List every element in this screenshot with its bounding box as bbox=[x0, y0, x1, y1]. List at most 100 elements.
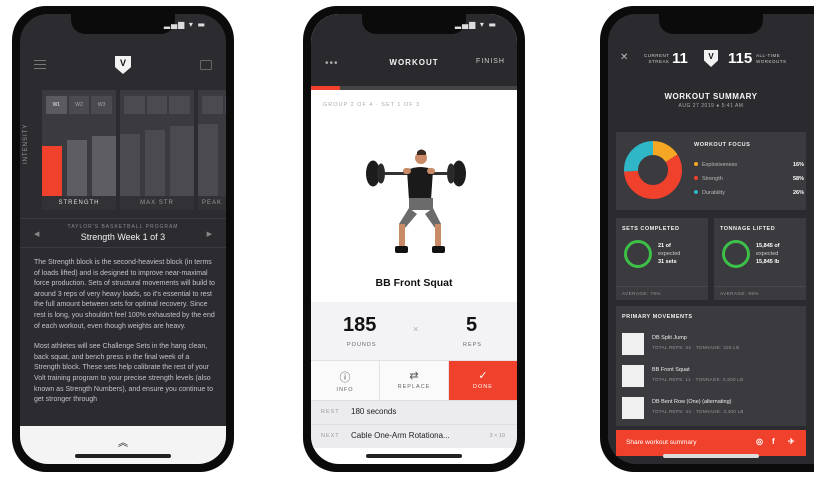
done-button[interactable]: ✓ DONE bbox=[449, 361, 517, 400]
week-selector: W1 W2 W3 bbox=[46, 96, 113, 114]
home-indicator bbox=[75, 454, 171, 458]
movement-thumbnail bbox=[622, 365, 644, 387]
description-paragraph: The Strength block is the second-heavies… bbox=[34, 259, 215, 330]
next-key: NEXT bbox=[321, 433, 340, 439]
tonnage-line2: expected bbox=[756, 251, 779, 257]
block-description: The Strength block is the second-heavies… bbox=[34, 258, 216, 416]
set-metrics: 185 POUNDS × 5 REPS bbox=[311, 302, 517, 360]
block-max-strength[interactable]: MAX STR bbox=[120, 90, 194, 210]
info-label: INFO bbox=[336, 387, 354, 393]
streak-value: 11 bbox=[672, 50, 688, 67]
streak-label: CURRENT STREAK bbox=[644, 53, 670, 64]
intensity-bar bbox=[198, 124, 218, 196]
done-label: DONE bbox=[473, 384, 493, 390]
week-selector bbox=[202, 96, 226, 114]
movement-row[interactable]: DB Split Jump TOTAL REPS: 32 · TONNAGE: … bbox=[622, 332, 802, 358]
movement-meta: TOTAL REPS: 44 · TONNAGE: 3,400 LB bbox=[652, 409, 744, 414]
share-summary-button[interactable]: Share workout summary ◎ f ✈ bbox=[616, 430, 806, 456]
intensity-bar bbox=[92, 136, 116, 196]
reps-unit: REPS bbox=[463, 342, 482, 348]
sets-progress-ring bbox=[624, 240, 652, 268]
progress-fill bbox=[311, 86, 340, 90]
program-name: TAYLOR'S BASKETBALL PROGRAM bbox=[67, 224, 179, 230]
intensity-bar bbox=[67, 140, 87, 196]
set-actions: ⓘ INFO ⇄ REPLACE ✓ DONE bbox=[311, 360, 517, 400]
summary-title: WORKOUT SUMMARY bbox=[664, 92, 758, 101]
legend-name: Strength bbox=[702, 176, 723, 182]
facebook-icon[interactable]: f bbox=[772, 437, 775, 446]
next-exercise-row[interactable]: NEXT Cable One-Arm Rotationa... 3 × 10 bbox=[311, 424, 517, 448]
week-chip[interactable]: W2 bbox=[68, 96, 90, 114]
finish-button[interactable]: FINISH bbox=[476, 58, 505, 65]
sets-completed-card: SETS COMPLETED 21 of expected 31 sets AV… bbox=[616, 218, 708, 300]
chevron-up-icon[interactable]: ︽ bbox=[118, 434, 128, 449]
status-bar: ▂▄▆ ▾ ▬ bbox=[163, 20, 206, 29]
legend-pct: 58% bbox=[792, 176, 804, 182]
phone-program: ▂▄▆ ▾ ▬ V INTENSITY W1 W2 W3 STRENGTH MA… bbox=[12, 6, 234, 472]
movement-row[interactable]: DB Bent Row (One) (alternating) TOTAL RE… bbox=[622, 396, 802, 422]
replace-label: REPLACE bbox=[397, 384, 431, 390]
twitter-icon[interactable]: ✈ bbox=[788, 437, 795, 446]
legend-pct: 26% bbox=[792, 190, 804, 196]
workout-screen: ▂▄▆ ▾ ▬ ••• WORKOUT FINISH GROUP 2 OF 4 … bbox=[311, 14, 517, 464]
block-label: MAX STR bbox=[120, 196, 194, 210]
intensity-bar bbox=[145, 130, 165, 196]
block-strength[interactable]: W1 W2 W3 STRENGTH bbox=[42, 90, 116, 210]
movement-thumbnail bbox=[622, 397, 644, 419]
notch bbox=[71, 14, 175, 34]
next-exercise-name: Cable One-Arm Rotationa... bbox=[351, 431, 450, 440]
volt-logo: V bbox=[704, 50, 718, 67]
rest-key: REST bbox=[321, 409, 340, 415]
week-selector bbox=[124, 96, 191, 114]
home-indicator bbox=[366, 454, 462, 458]
workout-progress-bar bbox=[311, 86, 517, 90]
sets-average: AVERAGE: 78% bbox=[616, 286, 708, 300]
movement-name: BB Front Squat bbox=[652, 367, 690, 373]
info-button[interactable]: ⓘ INFO bbox=[311, 361, 380, 400]
reps-value[interactable]: 5 bbox=[466, 314, 477, 337]
summary-date: AUG 27 2019 ● 5:41 AM bbox=[678, 103, 744, 109]
tonnage-detail: 15,845 of expected 15,845 lb bbox=[756, 242, 780, 266]
status-bar: ▂▄▆ ▾ ▬ bbox=[454, 20, 497, 29]
intensity-bar bbox=[42, 146, 62, 196]
phone-summary: ✕ CURRENT STREAK 11 V 115 ALL-TIME WORKO… bbox=[600, 6, 814, 472]
movement-name: DB Bent Row (One) (alternating) bbox=[652, 399, 732, 405]
movement-meta: TOTAL REPS: 11 · TONNAGE: 5,500 LB bbox=[652, 377, 744, 382]
legend-pct: 16% bbox=[792, 162, 804, 168]
exercise-name: BB Front Squat bbox=[375, 277, 453, 289]
movement-row[interactable]: BB Front Squat TOTAL REPS: 11 · TONNAGE:… bbox=[622, 364, 802, 390]
week-chip[interactable]: W3 bbox=[91, 96, 113, 114]
description-paragraph: Most athletes will see Challenge Sets in… bbox=[34, 343, 213, 404]
legend-dot bbox=[694, 162, 698, 166]
check-icon: ✓ bbox=[478, 370, 488, 382]
focus-legend-item: Explosiveness 16% bbox=[694, 162, 804, 168]
week-chip[interactable]: W1 bbox=[46, 96, 67, 114]
instagram-icon[interactable]: ◎ bbox=[756, 437, 763, 446]
next-week-icon[interactable]: ▶ bbox=[207, 230, 212, 238]
home-indicator bbox=[663, 454, 759, 458]
top-bar: V bbox=[20, 56, 226, 76]
intensity-bar bbox=[120, 134, 140, 196]
block-peak[interactable]: PEAK bbox=[198, 90, 226, 210]
replace-icon: ⇄ bbox=[409, 370, 419, 382]
close-icon[interactable]: ✕ bbox=[620, 52, 628, 63]
info-icon: ⓘ bbox=[339, 372, 351, 384]
focus-legend-item: Durability 26% bbox=[694, 190, 804, 196]
legend-dot bbox=[694, 176, 698, 180]
expand-footer[interactable]: ︽ bbox=[20, 426, 226, 464]
weight-value[interactable]: 185 bbox=[343, 314, 376, 337]
tonnage-card: TONNAGE LIFTED 15,845 of expected 15,845… bbox=[714, 218, 806, 300]
menu-icon[interactable] bbox=[34, 60, 46, 69]
tonnage-average: AVERAGE: 99% bbox=[714, 286, 806, 300]
legend-name: Explosiveness bbox=[702, 162, 738, 168]
notch bbox=[362, 14, 466, 34]
chart-icon[interactable] bbox=[200, 60, 212, 70]
phone-workout: ▂▄▆ ▾ ▬ ••• WORKOUT FINISH GROUP 2 OF 4 … bbox=[303, 6, 525, 472]
intensity-bar bbox=[170, 126, 194, 196]
sets-line1: 21 of bbox=[658, 243, 671, 249]
pm-title: PRIMARY MOVEMENTS bbox=[622, 314, 693, 320]
share-label: Share workout summary bbox=[626, 439, 697, 446]
movement-name: DB Split Jump bbox=[652, 335, 687, 341]
replace-button[interactable]: ⇄ REPLACE bbox=[380, 361, 449, 400]
times-icon: × bbox=[413, 324, 419, 334]
